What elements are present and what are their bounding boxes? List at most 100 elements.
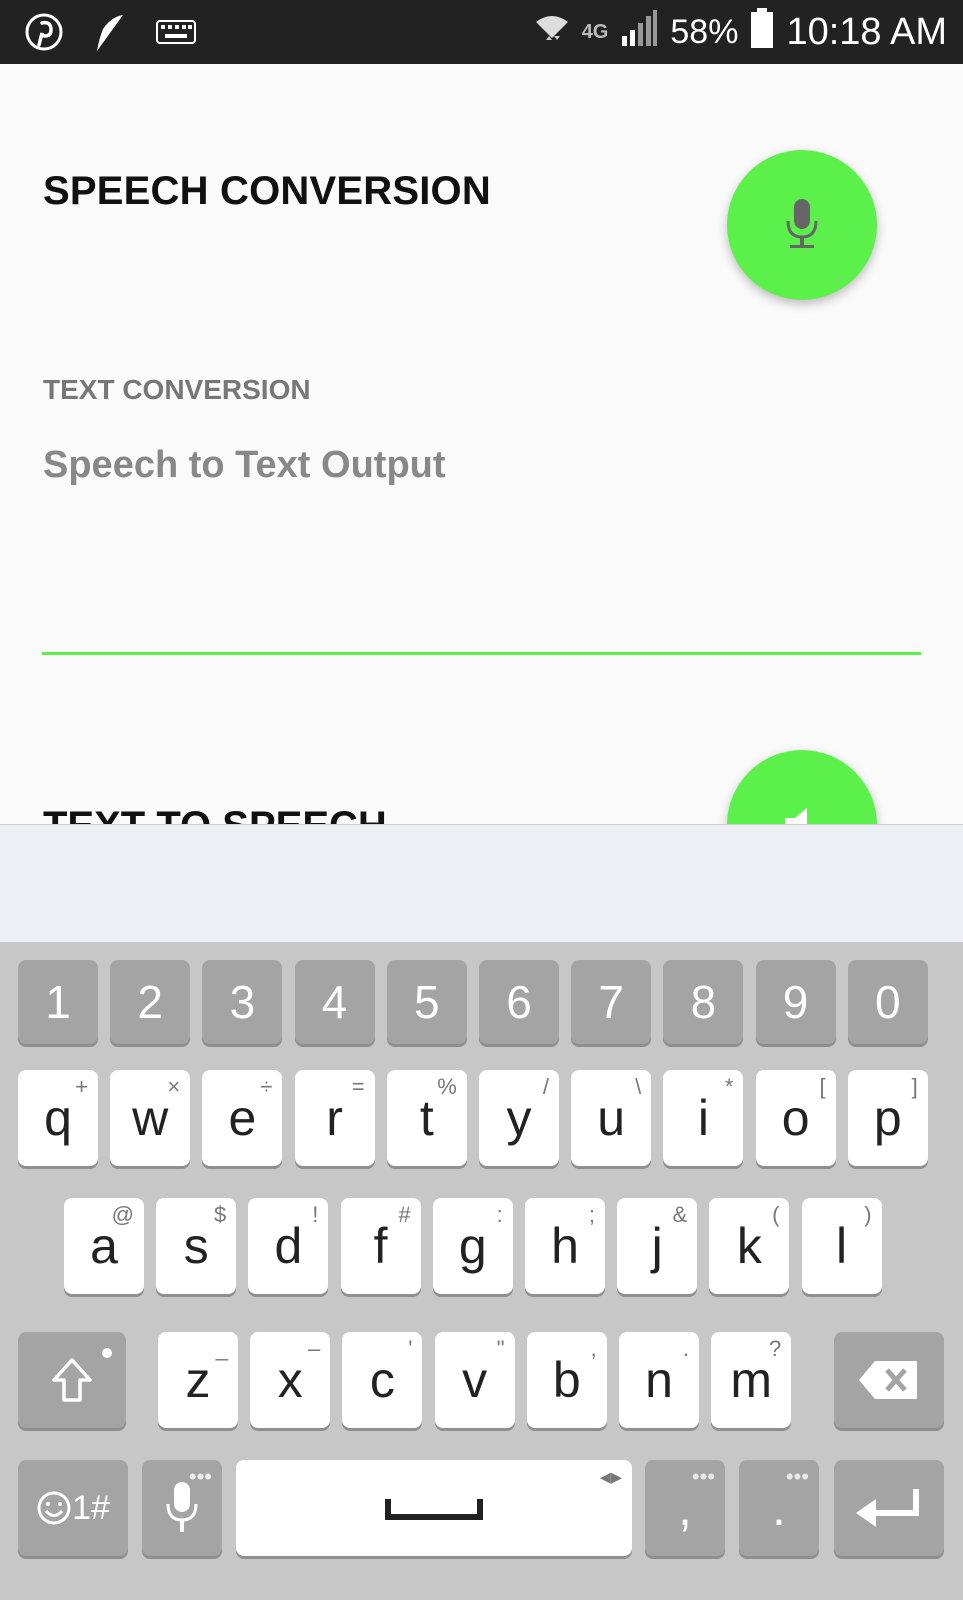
key-b[interactable]: b,	[526, 1332, 607, 1428]
enter-key[interactable]	[834, 1460, 944, 1556]
key-label: p	[873, 1090, 902, 1146]
shift-icon	[52, 1358, 92, 1402]
status-bar: 4G 58% 10:18 AM	[0, 0, 963, 64]
period-key[interactable]: . •••	[739, 1460, 819, 1556]
key-label: m	[730, 1352, 773, 1408]
key-m[interactable]: m?	[711, 1332, 792, 1428]
key-secondary-label: '	[408, 1336, 413, 1361]
key-n[interactable]: n.	[619, 1332, 699, 1428]
key-label: 0	[875, 976, 901, 1028]
key-label: n	[645, 1352, 673, 1408]
key-secondary-label: ]	[911, 1074, 918, 1099]
key-2[interactable]: 2	[110, 960, 191, 1044]
key-label: d	[274, 1218, 303, 1274]
key-j[interactable]: j &	[617, 1198, 698, 1294]
key-label: x	[277, 1352, 303, 1408]
key-label: 9	[782, 976, 809, 1028]
backspace-key[interactable]	[834, 1332, 944, 1428]
key-q[interactable]: q +	[18, 1070, 98, 1166]
key-e[interactable]: e ÷	[202, 1070, 283, 1166]
key-label: y	[506, 1090, 532, 1146]
key-d[interactable]: d!	[248, 1198, 329, 1294]
key-label: f	[373, 1218, 388, 1274]
key-l[interactable]: l)	[801, 1198, 882, 1294]
key-0[interactable]: 0	[847, 960, 928, 1044]
shift-key[interactable]	[18, 1332, 126, 1428]
key-label: t	[419, 1090, 434, 1146]
key-secondary-label: *	[724, 1074, 734, 1099]
key-z[interactable]: z _	[158, 1332, 238, 1428]
key-label: 7	[598, 976, 624, 1028]
key-label: v	[462, 1352, 488, 1408]
voice-input-key[interactable]: •••	[142, 1460, 222, 1556]
key-6[interactable]: 6	[479, 960, 559, 1044]
key-3[interactable]: 3	[202, 960, 283, 1044]
key-label: w	[132, 1090, 169, 1146]
key-8[interactable]: 8	[663, 960, 744, 1044]
key-h[interactable]: h;	[525, 1198, 605, 1294]
key-c[interactable]: c '	[342, 1332, 423, 1428]
key-f[interactable]: f #	[340, 1198, 421, 1294]
key-secondary-label: ;	[588, 1202, 595, 1227]
key-secondary-label: +	[75, 1074, 88, 1099]
microphone-icon	[786, 199, 818, 248]
speech-output-field[interactable]: Speech to Text Output	[43, 444, 446, 487]
cursor-arrows-icon: ◂▸	[599, 1464, 622, 1489]
battery-icon	[750, 8, 774, 57]
key-1[interactable]: 1	[18, 960, 98, 1044]
key-secondary-label: ,	[590, 1336, 597, 1361]
key-label: q	[44, 1090, 72, 1146]
key-secondary-label: %	[437, 1074, 457, 1099]
key-a[interactable]: a @	[64, 1198, 144, 1294]
emoji-symbols-key[interactable]: 1#	[18, 1460, 128, 1556]
key-g[interactable]: g:	[432, 1198, 513, 1294]
page-title: SPEECH CONVERSION	[43, 169, 491, 213]
key-label: 3	[229, 976, 256, 1028]
key-label: 5	[414, 976, 440, 1028]
key-w[interactable]: w ×	[110, 1070, 191, 1166]
key-label: k	[736, 1218, 762, 1274]
backspace-icon	[859, 1361, 917, 1399]
section-label: TEXT CONVERSION	[43, 374, 311, 405]
key-label: g	[458, 1218, 487, 1274]
key-u[interactable]: u \	[571, 1070, 652, 1166]
key-x[interactable]: x –	[250, 1332, 331, 1428]
key-5[interactable]: 5	[386, 960, 467, 1044]
key-v[interactable]: v "	[434, 1332, 515, 1428]
comma-key[interactable]: , •••	[645, 1460, 725, 1556]
key-label: 2	[137, 976, 163, 1028]
key-9[interactable]: 9	[755, 960, 836, 1044]
key-label: h	[551, 1218, 579, 1274]
more-dots-icon: •••	[188, 1464, 212, 1489]
key-secondary-label: !	[312, 1202, 319, 1227]
key-o[interactable]: o[	[755, 1070, 836, 1166]
key-k[interactable]: k(	[709, 1198, 790, 1294]
speaker-button[interactable]	[727, 750, 877, 824]
space-key[interactable]: ◂▸	[236, 1460, 632, 1556]
key-secondary-label: /	[542, 1074, 549, 1099]
key-4[interactable]: 4	[294, 960, 375, 1044]
keyboard: 1# ••• ◂▸ , ••• . ••• 1 2 3 4 5 6 7 8 9 0 q + w × e ÷ r =…	[0, 942, 963, 1600]
speaker-icon	[785, 808, 807, 824]
more-dots-icon: •••	[691, 1464, 715, 1489]
text-to-speech-title: TEXT TO SPEECH	[43, 804, 387, 824]
app-content: SPEECH CONVERSION TEXT CONVERSION Speech…	[0, 64, 963, 824]
key-p[interactable]: p]	[847, 1070, 928, 1166]
clock: 10:18 AM	[786, 11, 947, 53]
enter-icon	[856, 1489, 919, 1527]
key-label: c	[369, 1352, 395, 1408]
key-secondary-label: #	[398, 1202, 411, 1227]
signal-icon	[620, 10, 658, 55]
period-label: .	[772, 1480, 786, 1536]
microphone-button[interactable]	[727, 150, 877, 300]
keyboard-icon	[154, 10, 198, 54]
key-t[interactable]: t%	[386, 1070, 467, 1166]
key-r[interactable]: r =	[294, 1070, 375, 1166]
key-7[interactable]: 7	[571, 960, 652, 1044]
key-s[interactable]: s $	[156, 1198, 237, 1294]
key-label: l	[836, 1218, 848, 1274]
key-y[interactable]: y /	[479, 1070, 559, 1166]
key-i[interactable]: i *	[663, 1070, 744, 1166]
key-secondary-label: .	[682, 1336, 689, 1361]
key-secondary-label: [	[819, 1074, 826, 1099]
